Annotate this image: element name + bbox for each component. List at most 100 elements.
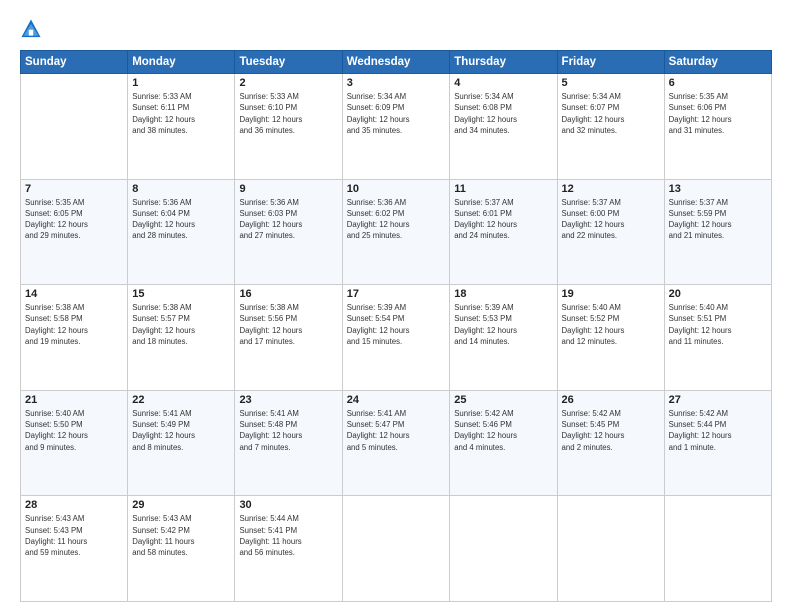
calendar-cell: 17 Sunrise: 5:39 AMSunset: 5:54 PMDayligh… bbox=[342, 285, 450, 391]
weekday-header-thursday: Thursday bbox=[450, 51, 557, 74]
calendar-cell: 13 Sunrise: 5:37 AMSunset: 5:59 PMDayligh… bbox=[664, 179, 771, 285]
day-info: Sunrise: 5:41 AMSunset: 5:47 PMDaylight:… bbox=[347, 408, 446, 453]
day-info: Sunrise: 5:39 AMSunset: 5:53 PMDaylight:… bbox=[454, 302, 552, 347]
day-info: Sunrise: 5:33 AMSunset: 6:10 PMDaylight:… bbox=[239, 91, 337, 136]
calendar-cell: 10 Sunrise: 5:36 AMSunset: 6:02 PMDayligh… bbox=[342, 179, 450, 285]
day-number: 11 bbox=[454, 183, 552, 195]
day-info: Sunrise: 5:38 AMSunset: 5:58 PMDaylight:… bbox=[25, 302, 123, 347]
day-info: Sunrise: 5:40 AMSunset: 5:51 PMDaylight:… bbox=[669, 302, 767, 347]
calendar-cell: 3 Sunrise: 5:34 AMSunset: 6:09 PMDaylight… bbox=[342, 74, 450, 180]
calendar-cell: 23 Sunrise: 5:41 AMSunset: 5:48 PMDayligh… bbox=[235, 390, 342, 496]
weekday-header-tuesday: Tuesday bbox=[235, 51, 342, 74]
day-info: Sunrise: 5:43 AMSunset: 5:43 PMDaylight:… bbox=[25, 513, 123, 558]
day-info: Sunrise: 5:38 AMSunset: 5:56 PMDaylight:… bbox=[239, 302, 337, 347]
calendar-cell bbox=[664, 496, 771, 602]
day-info: Sunrise: 5:40 AMSunset: 5:52 PMDaylight:… bbox=[562, 302, 660, 347]
calendar-cell: 12 Sunrise: 5:37 AMSunset: 6:00 PMDayligh… bbox=[557, 179, 664, 285]
day-number: 20 bbox=[669, 288, 767, 300]
day-info: Sunrise: 5:34 AMSunset: 6:07 PMDaylight:… bbox=[562, 91, 660, 136]
day-info: Sunrise: 5:35 AMSunset: 6:06 PMDaylight:… bbox=[669, 91, 767, 136]
day-info: Sunrise: 5:41 AMSunset: 5:48 PMDaylight:… bbox=[239, 408, 337, 453]
weekday-header-saturday: Saturday bbox=[664, 51, 771, 74]
page-header bbox=[20, 18, 772, 40]
day-number: 18 bbox=[454, 288, 552, 300]
weekday-header-monday: Monday bbox=[128, 51, 235, 74]
day-info: Sunrise: 5:42 AMSunset: 5:44 PMDaylight:… bbox=[669, 408, 767, 453]
calendar-cell: 20 Sunrise: 5:40 AMSunset: 5:51 PMDayligh… bbox=[664, 285, 771, 391]
day-number: 22 bbox=[132, 394, 230, 406]
calendar-week-row: 28 Sunrise: 5:43 AMSunset: 5:43 PMDayligh… bbox=[21, 496, 772, 602]
day-number: 17 bbox=[347, 288, 446, 300]
day-info: Sunrise: 5:39 AMSunset: 5:54 PMDaylight:… bbox=[347, 302, 446, 347]
day-number: 10 bbox=[347, 183, 446, 195]
calendar-cell: 16Sunrise: 5:38 AMSunset: 5:56 PMDayligh… bbox=[235, 285, 342, 391]
calendar-cell: 19 Sunrise: 5:40 AMSunset: 5:52 PMDayligh… bbox=[557, 285, 664, 391]
day-info: Sunrise: 5:34 AMSunset: 6:09 PMDaylight:… bbox=[347, 91, 446, 136]
calendar-cell: 29 Sunrise: 5:43 AMSunset: 5:42 PMDayligh… bbox=[128, 496, 235, 602]
calendar-week-row: 7 Sunrise: 5:35 AMSunset: 6:05 PMDaylight… bbox=[21, 179, 772, 285]
day-info: Sunrise: 5:34 AMSunset: 6:08 PMDaylight:… bbox=[454, 91, 552, 136]
calendar-cell: 25 Sunrise: 5:42 AMSunset: 5:46 PMDayligh… bbox=[450, 390, 557, 496]
calendar-cell: 26Sunrise: 5:42 AMSunset: 5:45 PMDayligh… bbox=[557, 390, 664, 496]
day-number: 25 bbox=[454, 394, 552, 406]
day-info: Sunrise: 5:36 AMSunset: 6:02 PMDaylight:… bbox=[347, 197, 446, 242]
calendar-cell: 7 Sunrise: 5:35 AMSunset: 6:05 PMDaylight… bbox=[21, 179, 128, 285]
calendar-cell: 30Sunrise: 5:44 AMSunset: 5:41 PMDayligh… bbox=[235, 496, 342, 602]
day-info: Sunrise: 5:43 AMSunset: 5:42 PMDaylight:… bbox=[132, 513, 230, 558]
day-number: 24 bbox=[347, 394, 446, 406]
day-number: 4 bbox=[454, 77, 552, 89]
logo-icon bbox=[20, 18, 42, 40]
calendar-cell: 2 Sunrise: 5:33 AMSunset: 6:10 PMDaylight… bbox=[235, 74, 342, 180]
calendar-cell bbox=[450, 496, 557, 602]
calendar-cell: 21 Sunrise: 5:40 AMSunset: 5:50 PMDayligh… bbox=[21, 390, 128, 496]
day-info: Sunrise: 5:37 AMSunset: 5:59 PMDaylight:… bbox=[669, 197, 767, 242]
day-number: 12 bbox=[562, 183, 660, 195]
day-info: Sunrise: 5:33 AMSunset: 6:11 PMDaylight:… bbox=[132, 91, 230, 136]
calendar-cell: 15 Sunrise: 5:38 AMSunset: 5:57 PMDayligh… bbox=[128, 285, 235, 391]
calendar-cell: 27 Sunrise: 5:42 AMSunset: 5:44 PMDayligh… bbox=[664, 390, 771, 496]
weekday-header-row: SundayMondayTuesdayWednesdayThursdayFrid… bbox=[21, 51, 772, 74]
calendar-week-row: 1 Sunrise: 5:33 AMSunset: 6:11 PMDaylight… bbox=[21, 74, 772, 180]
day-number: 7 bbox=[25, 183, 123, 195]
day-info: Sunrise: 5:41 AMSunset: 5:49 PMDaylight:… bbox=[132, 408, 230, 453]
day-info: Sunrise: 5:35 AMSunset: 6:05 PMDaylight:… bbox=[25, 197, 123, 242]
day-number: 23 bbox=[239, 394, 337, 406]
day-number: 14 bbox=[25, 288, 123, 300]
calendar-cell: 8 Sunrise: 5:36 AMSunset: 6:04 PMDaylight… bbox=[128, 179, 235, 285]
day-number: 1 bbox=[132, 77, 230, 89]
day-number: 19 bbox=[562, 288, 660, 300]
calendar-cell bbox=[21, 74, 128, 180]
day-number: 28 bbox=[25, 499, 123, 511]
day-info: Sunrise: 5:37 AMSunset: 6:00 PMDaylight:… bbox=[562, 197, 660, 242]
day-info: Sunrise: 5:37 AMSunset: 6:01 PMDaylight:… bbox=[454, 197, 552, 242]
day-info: Sunrise: 5:36 AMSunset: 6:03 PMDaylight:… bbox=[239, 197, 337, 242]
day-number: 8 bbox=[132, 183, 230, 195]
calendar-cell: 14 Sunrise: 5:38 AMSunset: 5:58 PMDayligh… bbox=[21, 285, 128, 391]
day-info: Sunrise: 5:44 AMSunset: 5:41 PMDaylight:… bbox=[239, 513, 337, 558]
day-number: 29 bbox=[132, 499, 230, 511]
calendar-cell: 18 Sunrise: 5:39 AMSunset: 5:53 PMDayligh… bbox=[450, 285, 557, 391]
calendar-cell bbox=[557, 496, 664, 602]
calendar-cell: 1 Sunrise: 5:33 AMSunset: 6:11 PMDaylight… bbox=[128, 74, 235, 180]
calendar-cell: 24 Sunrise: 5:41 AMSunset: 5:47 PMDayligh… bbox=[342, 390, 450, 496]
weekday-header-wednesday: Wednesday bbox=[342, 51, 450, 74]
day-info: Sunrise: 5:42 AMSunset: 5:46 PMDaylight:… bbox=[454, 408, 552, 453]
day-number: 6 bbox=[669, 77, 767, 89]
day-number: 21 bbox=[25, 394, 123, 406]
day-number: 13 bbox=[669, 183, 767, 195]
day-info: Sunrise: 5:40 AMSunset: 5:50 PMDaylight:… bbox=[25, 408, 123, 453]
calendar-cell: 11 Sunrise: 5:37 AMSunset: 6:01 PMDayligh… bbox=[450, 179, 557, 285]
day-number: 3 bbox=[347, 77, 446, 89]
day-number: 26 bbox=[562, 394, 660, 406]
calendar-cell: 4 Sunrise: 5:34 AMSunset: 6:08 PMDaylight… bbox=[450, 74, 557, 180]
day-info: Sunrise: 5:36 AMSunset: 6:04 PMDaylight:… bbox=[132, 197, 230, 242]
calendar-week-row: 21 Sunrise: 5:40 AMSunset: 5:50 PMDayligh… bbox=[21, 390, 772, 496]
calendar-cell: 22 Sunrise: 5:41 AMSunset: 5:49 PMDayligh… bbox=[128, 390, 235, 496]
day-info: Sunrise: 5:38 AMSunset: 5:57 PMDaylight:… bbox=[132, 302, 230, 347]
calendar-cell: 9Sunrise: 5:36 AMSunset: 6:03 PMDaylight… bbox=[235, 179, 342, 285]
day-number: 2 bbox=[239, 77, 337, 89]
day-number: 27 bbox=[669, 394, 767, 406]
calendar-cell: 6 Sunrise: 5:35 AMSunset: 6:06 PMDaylight… bbox=[664, 74, 771, 180]
day-number: 15 bbox=[132, 288, 230, 300]
calendar-cell bbox=[342, 496, 450, 602]
